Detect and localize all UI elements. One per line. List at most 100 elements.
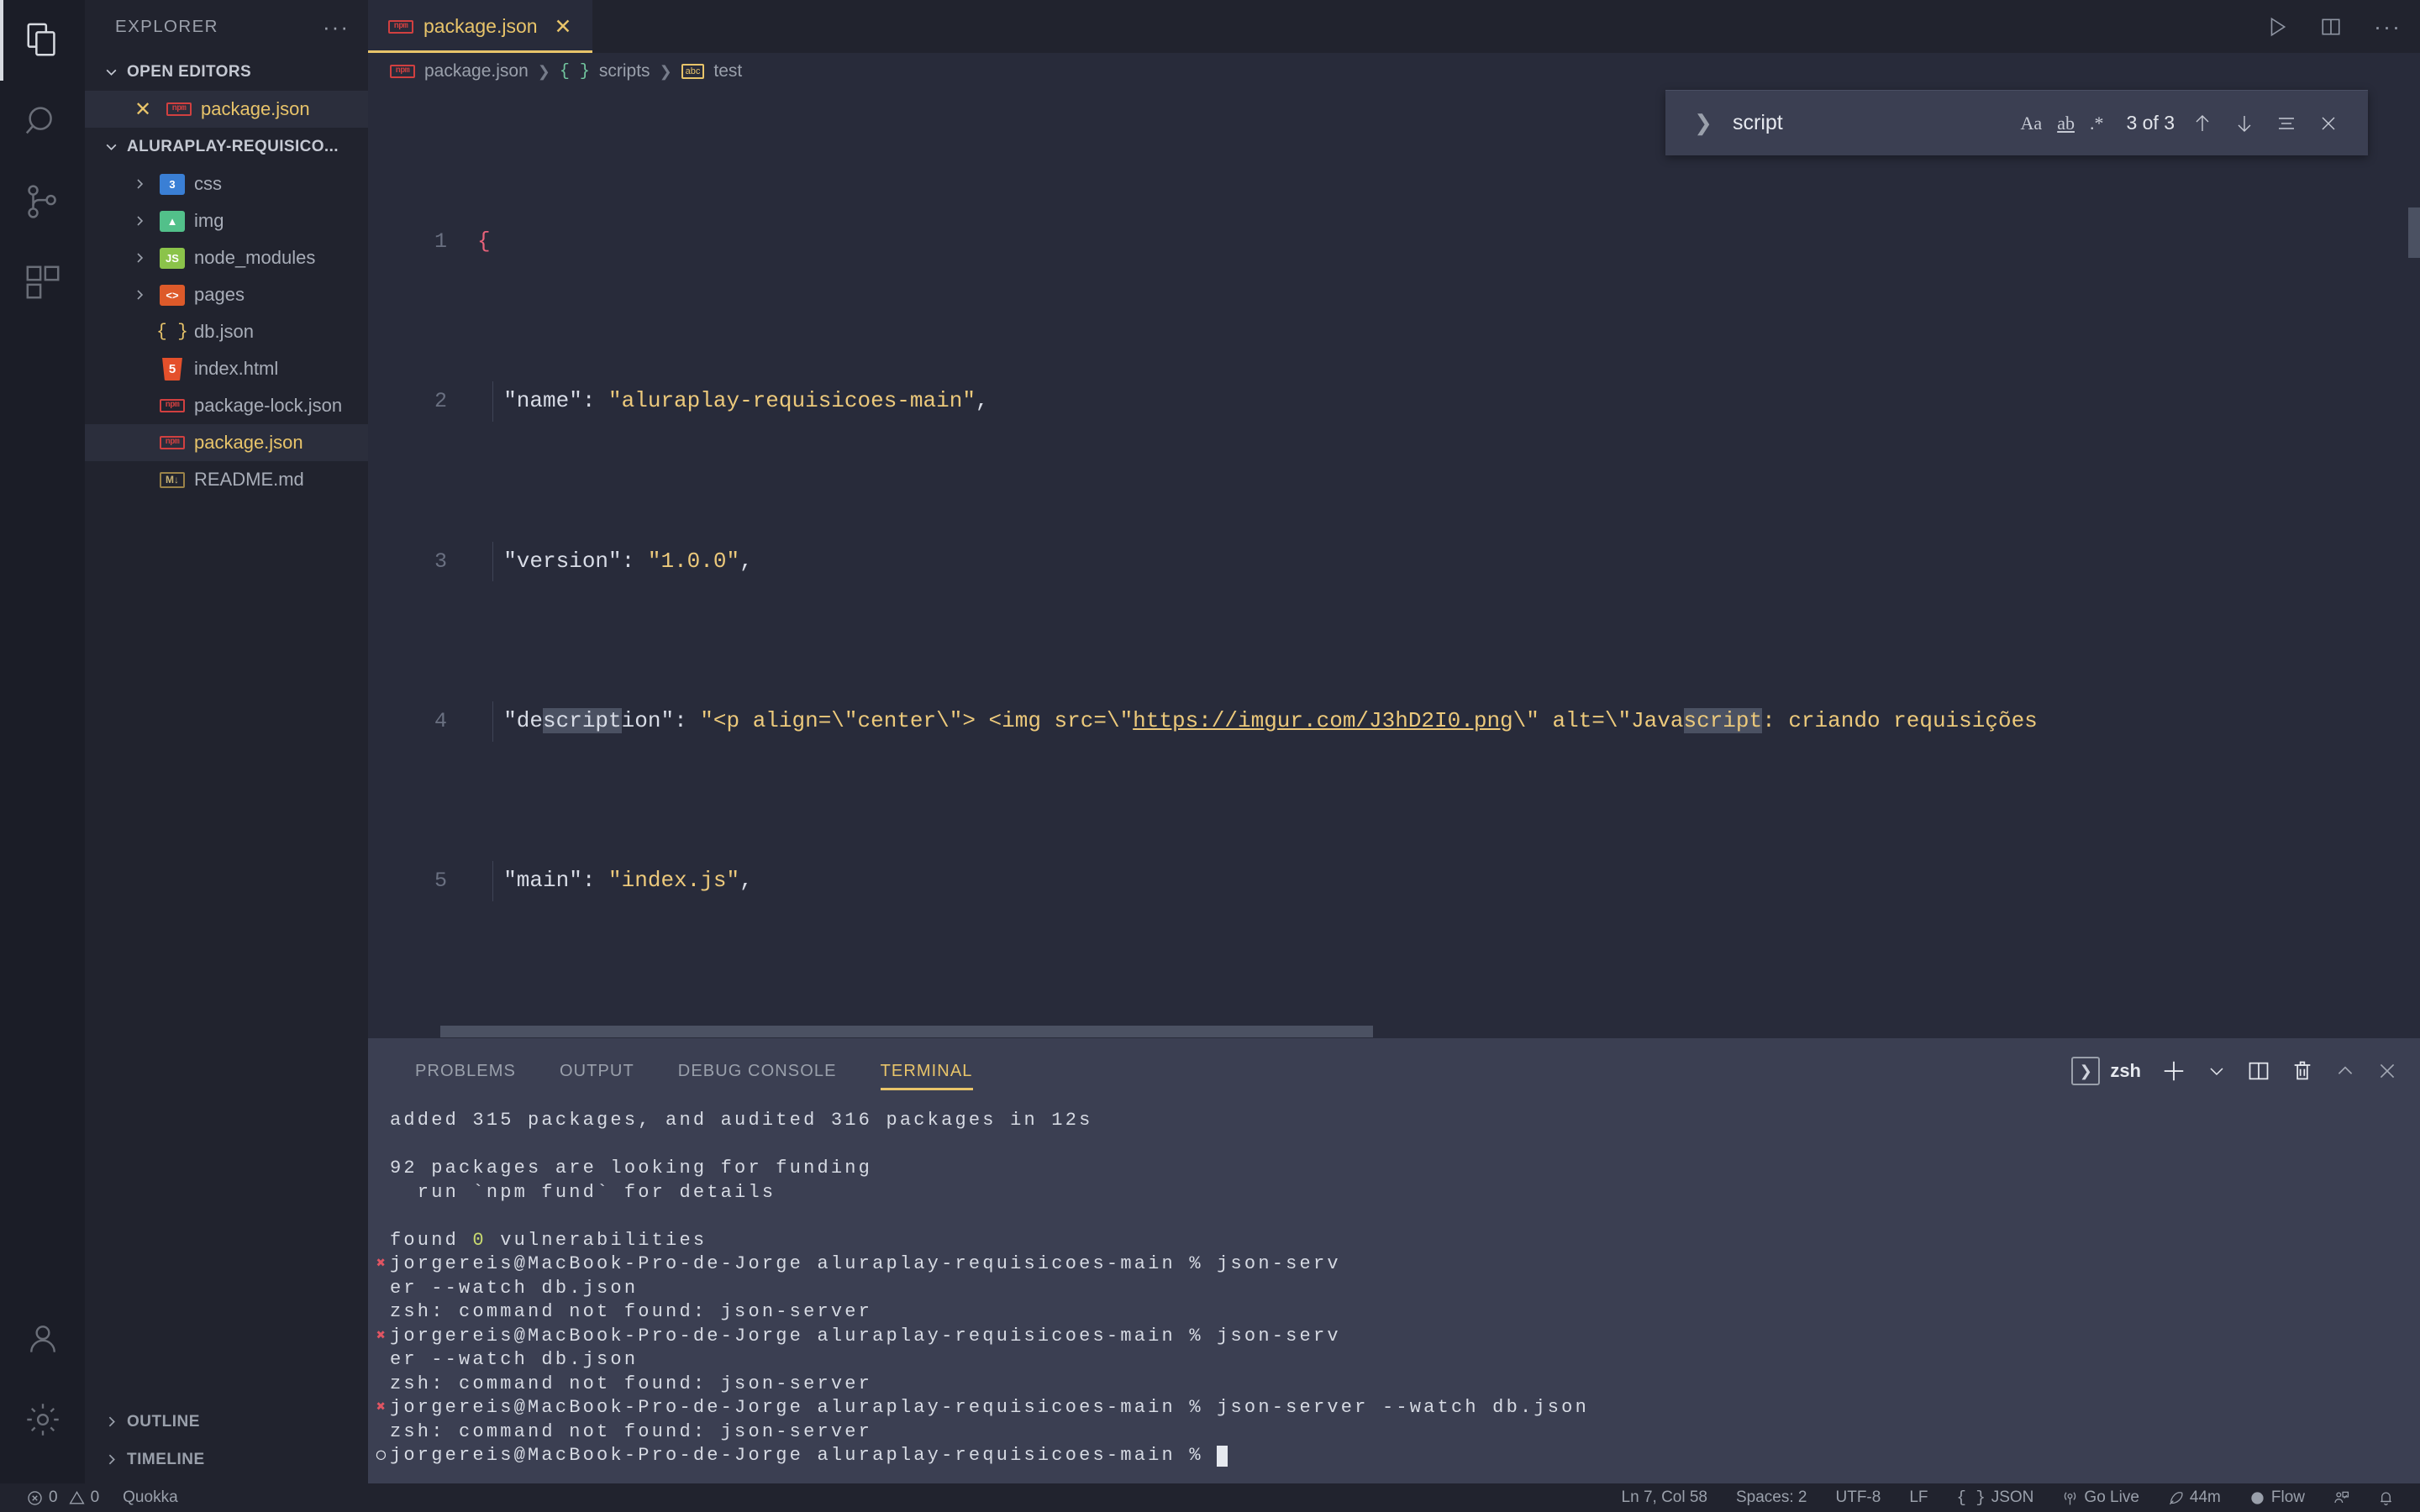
tab-problems[interactable]: PROBLEMS bbox=[393, 1038, 538, 1104]
chevron-up-icon[interactable] bbox=[2334, 1060, 2356, 1082]
source-control-icon bbox=[24, 182, 62, 221]
status-encoding[interactable]: UTF-8 bbox=[1822, 1483, 1896, 1512]
activity-item-source-control[interactable] bbox=[0, 161, 85, 242]
status-quokka[interactable]: Quokka bbox=[111, 1483, 189, 1512]
close-icon[interactable] bbox=[2307, 113, 2349, 134]
tree-item-index-html[interactable]: 5 index.html bbox=[85, 350, 368, 387]
activity-item-search[interactable] bbox=[0, 81, 85, 161]
editor-actions: ··· bbox=[2266, 0, 2402, 53]
ellipsis-icon[interactable]: ··· bbox=[2374, 15, 2402, 38]
folder-img-icon: ▲ bbox=[159, 209, 186, 233]
tree-item-package-lock-json[interactable]: npm package-lock.json bbox=[85, 387, 368, 424]
tree-item-readme-md[interactable]: M↓ README.md bbox=[85, 461, 368, 498]
status-cursor-position[interactable]: Ln 7, Col 58 bbox=[1607, 1483, 1722, 1512]
code-content[interactable]: 1 { 2 "name": "aluraplay-requisicoes-mai… bbox=[368, 90, 2420, 1037]
folder-css-icon: 3 bbox=[159, 172, 186, 196]
activity-item-settings[interactable] bbox=[0, 1379, 85, 1460]
plus-icon[interactable] bbox=[2161, 1058, 2186, 1084]
regex-button[interactable]: .* bbox=[2082, 113, 2112, 134]
status-language-mode[interactable]: { } JSON bbox=[1943, 1483, 2049, 1512]
chevron-down-icon[interactable] bbox=[2207, 1061, 2227, 1081]
chevron-right-icon[interactable]: ❯ bbox=[1684, 110, 1723, 136]
status-wakatime[interactable]: 44m bbox=[2154, 1483, 2235, 1512]
braces-icon: { } bbox=[559, 61, 590, 81]
error-status-icon: ✖ bbox=[376, 1399, 386, 1416]
status-notifications[interactable] bbox=[2364, 1483, 2408, 1512]
breadcrumb-item-test[interactable]: test bbox=[713, 61, 742, 81]
panel-actions: ❯ zsh bbox=[2071, 1038, 2398, 1104]
status-go-live[interactable]: Go Live bbox=[2048, 1483, 2153, 1512]
live-share-icon bbox=[2333, 1490, 2349, 1506]
close-icon[interactable]: ✕ bbox=[555, 14, 572, 39]
sidebar-more-actions-button[interactable]: ··· bbox=[323, 16, 350, 38]
tree-item-label: index.html bbox=[194, 358, 279, 379]
search-input[interactable] bbox=[1723, 111, 2013, 135]
terminal-output[interactable]: added 315 packages, and audited 316 pack… bbox=[368, 1104, 2420, 1468]
status-indentation[interactable]: Spaces: 2 bbox=[1722, 1483, 1822, 1512]
tree-item-css[interactable]: 3 css bbox=[85, 165, 368, 202]
tree-item-label: README.md bbox=[194, 469, 304, 490]
breadcrumb-item-scripts[interactable]: scripts bbox=[599, 61, 650, 81]
tab-package-json[interactable]: npm package.json ✕ bbox=[368, 0, 592, 53]
status-eol[interactable]: LF bbox=[1895, 1483, 1942, 1512]
whole-word-button[interactable]: ab bbox=[2049, 113, 2082, 134]
tree-item-img[interactable]: ▲ img bbox=[85, 202, 368, 239]
play-icon[interactable] bbox=[2266, 16, 2288, 38]
terminal-line: er --watch db.json bbox=[390, 1277, 639, 1299]
tree-item-label: css bbox=[194, 173, 222, 194]
npm-icon: npm bbox=[166, 97, 192, 121]
section-label-open-editors: OPEN EDITORS bbox=[127, 62, 252, 81]
tree-item-pages[interactable]: <> pages bbox=[85, 276, 368, 313]
status-problems[interactable]: 0 0 bbox=[15, 1483, 111, 1512]
tab-terminal[interactable]: TERMINAL bbox=[859, 1038, 995, 1104]
activity-item-extensions[interactable] bbox=[0, 242, 85, 323]
trash-icon[interactable] bbox=[2291, 1059, 2314, 1083]
horizontal-scrollbar[interactable] bbox=[440, 1026, 1373, 1037]
terminal-prompt-line: ✖ jorgereis@MacBook-Pro-de-Jorge alurapl… bbox=[368, 1396, 2420, 1420]
close-icon[interactable]: ✕ bbox=[129, 97, 157, 122]
status-live-share[interactable] bbox=[2319, 1483, 2364, 1512]
line-number: 2 bbox=[434, 389, 447, 414]
close-icon[interactable] bbox=[2376, 1060, 2398, 1082]
chevron-right-icon: ❯ bbox=[537, 62, 550, 80]
activity-item-explorer[interactable] bbox=[0, 0, 85, 81]
tab-debug-console[interactable]: DEBUG CONSOLE bbox=[656, 1038, 859, 1104]
code-viewport[interactable]: 1 { 2 "name": "aluraplay-requisicoes-mai… bbox=[368, 90, 2420, 1037]
split-icon[interactable] bbox=[2247, 1059, 2270, 1083]
tree-item-package-json[interactable]: npm package.json bbox=[85, 424, 368, 461]
error-status-icon: ✖ bbox=[376, 1256, 386, 1273]
section-open-editors[interactable]: OPEN EDITORS bbox=[85, 53, 368, 91]
terminal-shell-indicator[interactable]: ❯ zsh bbox=[2071, 1057, 2141, 1085]
tree-item-node-modules[interactable]: JS node_modules bbox=[85, 239, 368, 276]
warning-count: 0 bbox=[90, 1488, 100, 1506]
breadcrumb-item-file[interactable]: package.json bbox=[424, 61, 529, 81]
chevron-down-icon bbox=[100, 65, 122, 79]
chevron-down-icon bbox=[100, 139, 122, 154]
terminal-prompt-line: ✖ jorgereis@MacBook-Pro-de-Jorge alurapl… bbox=[368, 1325, 2420, 1349]
terminal-line: zsh: command not found: json-server bbox=[390, 1420, 873, 1442]
vertical-scrollbar[interactable] bbox=[2408, 207, 2420, 258]
tab-output[interactable]: OUTPUT bbox=[538, 1038, 656, 1104]
tree-item-db-json[interactable]: { } db.json bbox=[85, 313, 368, 350]
code-line: 3 "version": "1.0.0", bbox=[368, 541, 2420, 582]
terminal-prompt-line-active[interactable]: ◯ jorgereis@MacBook-Pro-de-Jorge alurapl… bbox=[368, 1444, 2420, 1468]
ok-status-icon: ◯ bbox=[376, 1447, 386, 1464]
section-workspace[interactable]: ALURAPLAY-REQUISICO... bbox=[85, 128, 368, 165]
play-small-icon bbox=[477, 951, 604, 1037]
arrow-down-icon[interactable] bbox=[2223, 113, 2265, 134]
tree-item-label: package.json bbox=[194, 432, 303, 453]
status-flow[interactable]: Flow bbox=[2235, 1483, 2319, 1512]
match-case-button[interactable]: Aa bbox=[2013, 113, 2050, 134]
activity-item-accounts[interactable] bbox=[0, 1299, 85, 1379]
terminal-line: er --watch db.json bbox=[390, 1349, 639, 1370]
wakatime-label: 44m bbox=[2189, 1488, 2221, 1506]
vulnerability-count: 0 bbox=[472, 1229, 487, 1251]
section-timeline[interactable]: TIMELINE bbox=[85, 1441, 368, 1478]
arrow-up-icon[interactable] bbox=[2181, 113, 2223, 134]
section-outline[interactable]: OUTLINE bbox=[85, 1403, 368, 1441]
selection-icon[interactable] bbox=[2265, 113, 2307, 134]
panel: PROBLEMS OUTPUT DEBUG CONSOLE TERMINAL ❯… bbox=[368, 1038, 2420, 1483]
open-editor-item-package-json[interactable]: ✕ npm package.json bbox=[85, 91, 368, 128]
split-editor-icon[interactable] bbox=[2320, 16, 2342, 38]
